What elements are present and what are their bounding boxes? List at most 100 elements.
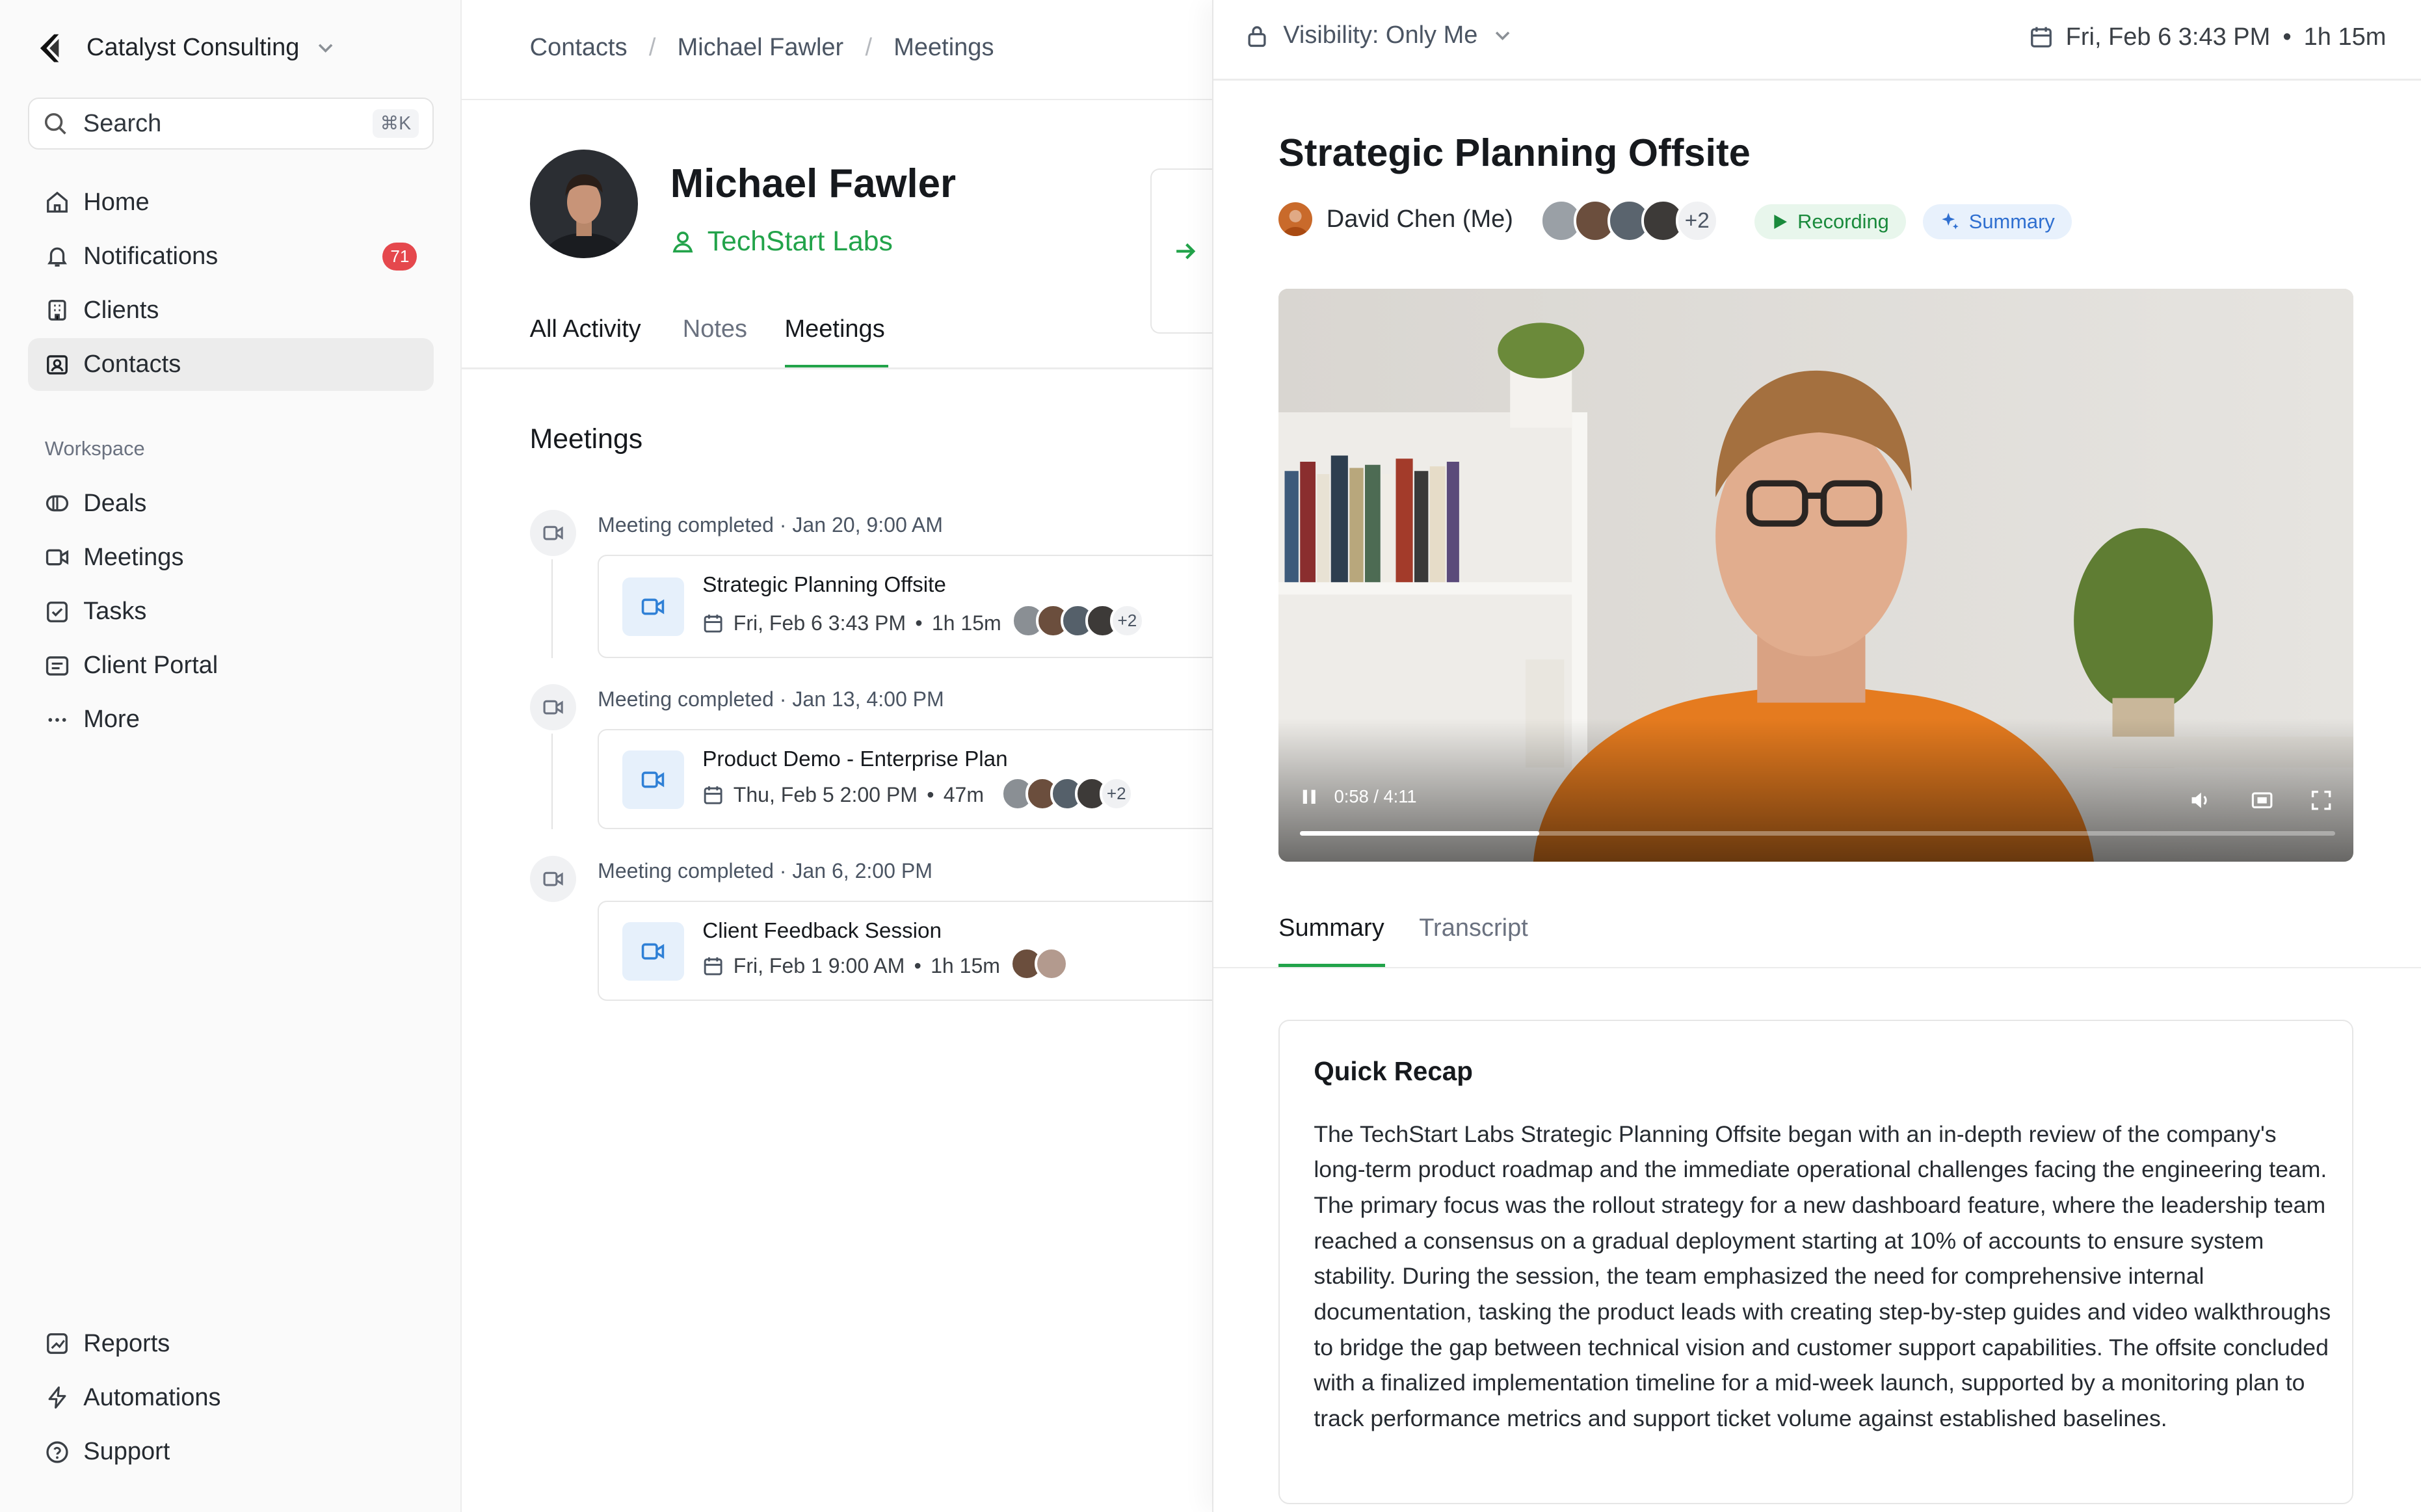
video-player[interactable]: 0:58 / 4:11 xyxy=(1278,289,2354,862)
panel-date: Fri, Feb 6 3:43 PM xyxy=(2065,23,2271,51)
pause-icon[interactable] xyxy=(1300,788,1319,806)
tab-meetings[interactable]: Meetings xyxy=(785,315,885,343)
host-name: David Chen (Me) xyxy=(1326,205,1513,233)
sidebar-item-label: Deals xyxy=(83,489,147,517)
checkbox-icon xyxy=(45,600,70,624)
sidebar: Catalyst Consulting Search ⌘K Home Notif… xyxy=(0,0,462,1512)
meeting-date: Thu, Feb 5 2:00 PM xyxy=(733,782,918,806)
chevron-down-icon xyxy=(1492,25,1513,46)
sidebar-item-automations[interactable]: Automations xyxy=(28,1372,434,1424)
meeting-host: David Chen (Me) xyxy=(1278,202,1513,237)
org-switcher[interactable]: Catalyst Consulting xyxy=(28,26,337,70)
summary-chip-label: Summary xyxy=(1968,209,2055,233)
sidebar-item-label: Client Portal xyxy=(83,652,218,680)
breadcrumb-contact-name[interactable]: Michael Fawler xyxy=(678,34,844,62)
recording-label: Recording xyxy=(1797,209,1889,233)
meetings-section-title: Meetings xyxy=(529,423,643,455)
bell-icon xyxy=(45,244,70,269)
meeting-date: Fri, Feb 6 3:43 PM xyxy=(733,611,906,635)
video-time: 0:58 / 4:11 xyxy=(1334,786,1417,806)
contact-company-link[interactable]: TechStart Labs xyxy=(670,226,893,258)
sidebar-item-client-portal[interactable]: Client Portal xyxy=(28,639,434,692)
calendar-icon xyxy=(702,613,724,634)
meeting-datetime: Fri, Feb 6 3:43 PM • 1h 15m xyxy=(2029,23,2386,51)
meeting-status: Meeting completed · Jan 13, 4:00 PM xyxy=(598,687,944,711)
arrow-right-icon xyxy=(1172,237,1200,265)
video-progress-track[interactable] xyxy=(1300,830,2335,836)
tab-notes[interactable]: Notes xyxy=(683,315,747,343)
breadcrumb-meetings[interactable]: Meetings xyxy=(893,34,994,62)
meeting-meta: Fri, Feb 6 3:43 PM • 1h 15m xyxy=(702,611,1001,635)
sidebar-item-deals[interactable]: Deals xyxy=(28,477,434,530)
panel-header-divider xyxy=(1213,79,2421,81)
sidebar-item-label: Tasks xyxy=(83,598,147,625)
meeting-card[interactable]: Strategic Planning Offsite Fri, Feb 6 3:… xyxy=(598,554,1247,658)
meeting-title: Strategic Planning Offsite xyxy=(1278,130,1751,174)
participant-avatars: +2 xyxy=(1000,776,1133,811)
user-icon xyxy=(670,229,695,254)
summary-chip[interactable]: Summary xyxy=(1922,204,2072,240)
meeting-duration: 47m xyxy=(943,782,985,806)
sparkle-icon xyxy=(1940,211,1960,232)
portal-icon xyxy=(45,654,70,678)
sidebar-item-support[interactable]: Support xyxy=(28,1426,434,1478)
breadcrumb-separator: / xyxy=(865,34,872,62)
sidebar-item-label: Home xyxy=(83,188,150,216)
breadcrumb-contacts[interactable]: Contacts xyxy=(530,34,628,62)
calendar-icon xyxy=(702,784,724,806)
tab-all-activity[interactable]: All Activity xyxy=(530,315,641,343)
search-input[interactable]: Search ⌘K xyxy=(27,97,434,150)
sidebar-item-home[interactable]: Home xyxy=(28,176,434,229)
tab-summary[interactable]: Summary xyxy=(1278,914,1384,942)
header-divider xyxy=(462,99,1213,101)
visibility-dropdown[interactable]: Visibility: Only Me xyxy=(1245,21,1513,49)
contact-avatar xyxy=(529,150,638,258)
volume-icon[interactable] xyxy=(2189,789,2211,811)
video-progress-fill xyxy=(1300,830,1539,836)
catalyst-logo-icon xyxy=(28,26,72,70)
sidebar-item-label: More xyxy=(83,706,140,734)
meeting-card[interactable]: Product Demo - Enterprise Plan Thu, Feb … xyxy=(598,729,1247,830)
meeting-card[interactable]: Client Feedback Session Fri, Feb 1 9:00 … xyxy=(598,900,1247,1001)
recap-text: The TechStart Labs Strategic Planning Of… xyxy=(1314,1121,2331,1431)
calendar-icon xyxy=(702,955,724,977)
visibility-label: Visibility: Only Me xyxy=(1283,21,1478,49)
sidebar-item-more[interactable]: More xyxy=(28,693,434,746)
panel-participant-avatars[interactable]: +2 xyxy=(1539,199,1719,243)
video-icon xyxy=(622,922,684,981)
calendar-icon xyxy=(2029,25,2054,49)
sidebar-item-tasks[interactable]: Tasks xyxy=(28,585,434,638)
meeting-detail-panel: Visibility: Only Me Fri, Feb 6 3:43 PM •… xyxy=(1212,0,2421,1512)
meeting-status: Meeting completed · Jan 20, 9:00 AM xyxy=(598,512,943,537)
meeting-meta: Fri, Feb 1 9:00 AM • 1h 15m xyxy=(702,954,1000,978)
home-icon xyxy=(45,190,70,215)
company-name: TechStart Labs xyxy=(707,225,893,257)
sidebar-item-meetings[interactable]: Meetings xyxy=(28,531,434,584)
sidebar-item-label: Support xyxy=(83,1438,170,1465)
sidebar-item-contacts[interactable]: Contacts xyxy=(27,338,434,391)
tabs-divider xyxy=(462,367,1213,369)
breadcrumb-separator: / xyxy=(648,34,656,62)
panel-tabs-divider xyxy=(1213,966,2421,969)
sidebar-item-clients[interactable]: Clients xyxy=(28,284,434,337)
more-participants-count: +2 xyxy=(1099,776,1133,811)
timeline-video-icon xyxy=(529,855,576,902)
recording-chip[interactable]: Recording xyxy=(1754,204,1906,240)
play-icon xyxy=(1771,213,1788,230)
meeting-title: Client Feedback Session xyxy=(702,918,942,943)
more-icon xyxy=(45,708,70,732)
meeting-meta: Thu, Feb 5 2:00 PM • 47m xyxy=(702,783,984,807)
picture-in-picture-icon[interactable] xyxy=(2251,789,2273,811)
sidebar-item-label: Notifications xyxy=(83,242,218,270)
sidebar-item-notifications[interactable]: Notifications 71 xyxy=(28,230,434,283)
expand-panel-button[interactable] xyxy=(1150,168,1221,334)
video-icon xyxy=(45,545,70,570)
org-name: Catalyst Consulting xyxy=(86,34,300,62)
video-icon xyxy=(622,577,684,637)
tab-transcript[interactable]: Transcript xyxy=(1419,914,1528,942)
help-icon xyxy=(45,1440,70,1465)
video-icon xyxy=(622,750,684,810)
sidebar-item-reports[interactable]: Reports xyxy=(28,1318,434,1370)
fullscreen-icon[interactable] xyxy=(2310,789,2332,811)
quick-recap-card: Quick Recap The TechStart Labs Strategic… xyxy=(1278,1019,2354,1505)
